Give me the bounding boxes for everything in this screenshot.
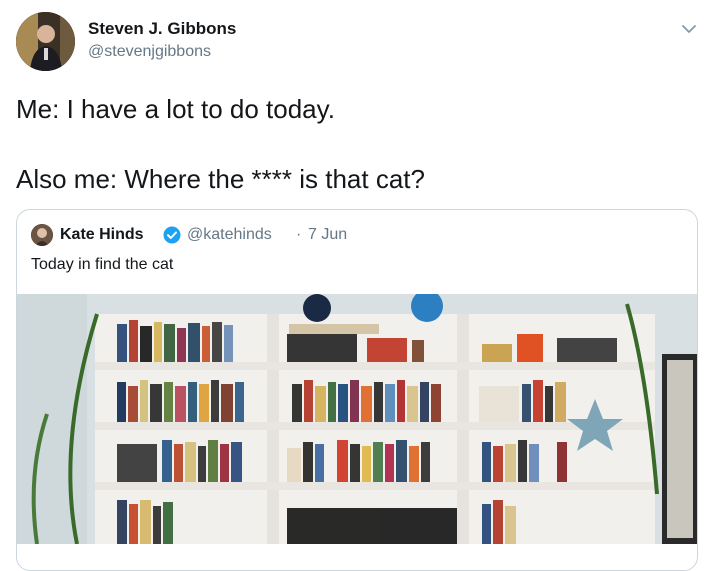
author-handle[interactable]: @stevenjgibbons — [88, 43, 211, 61]
quoted-author-avatar[interactable] — [31, 224, 53, 246]
bookshelf-photo[interactable] — [17, 294, 697, 544]
quoted-tweet-date[interactable]: 7 Jun — [308, 226, 347, 244]
author-avatar[interactable] — [16, 12, 75, 71]
separator-dot: · — [296, 226, 302, 243]
verified-badge-icon — [163, 226, 181, 244]
quoted-author-name[interactable]: Kate Hinds — [60, 226, 144, 244]
author-name[interactable]: Steven J. Gibbons — [88, 19, 236, 39]
quoted-tweet-card[interactable]: Kate Hinds @katehinds · 7 Jun Today in f… — [16, 209, 698, 571]
tweet-text: Me: I have a lot to do today. Also me: W… — [16, 94, 425, 194]
quoted-tweet-text: Today in find the cat — [31, 256, 174, 273]
chevron-down-icon[interactable] — [680, 20, 698, 38]
quoted-author-handle[interactable]: @katehinds — [187, 226, 272, 244]
